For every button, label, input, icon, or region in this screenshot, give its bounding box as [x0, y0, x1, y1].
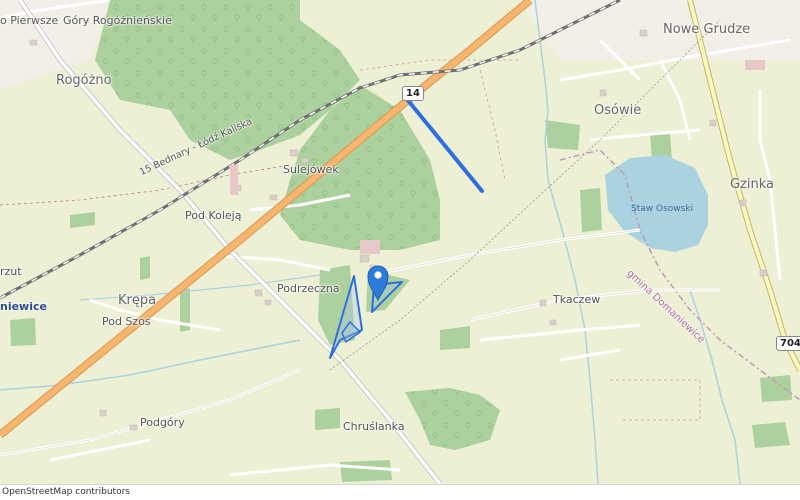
pink-area: [230, 165, 238, 195]
place-label: o Pierwsze: [0, 14, 59, 27]
place-label: Podrzeczna: [277, 282, 340, 295]
place-label: niewice: [0, 300, 47, 313]
place-label: Chruślanka: [343, 420, 405, 433]
forest-area: [340, 460, 392, 482]
pink-area: [360, 240, 380, 254]
place-label: Rogóżno: [56, 73, 112, 88]
place-label: rzut: [0, 265, 22, 278]
forest-area: [760, 375, 792, 402]
place-label: Pod Szos: [102, 315, 151, 328]
place-label: Nowe Grudze: [663, 22, 751, 37]
attribution[interactable]: OpenStreetMap contributors: [2, 487, 130, 497]
lake-label: Staw Osowski: [631, 204, 694, 214]
forest-area: [10, 318, 36, 346]
place-label: Gzinka: [730, 177, 775, 192]
forest-area: [440, 326, 470, 350]
forest-area: [580, 188, 602, 232]
place-label: Krępa: [118, 293, 157, 308]
place-label: Sulejówek: [283, 163, 339, 176]
forest-area: [315, 408, 340, 430]
place-label: Podgóry: [140, 416, 185, 429]
forest-area: [545, 120, 580, 150]
road-shield-14: 14: [402, 86, 424, 101]
map-canvas: [0, 0, 800, 484]
road-shield-704: 704: [776, 336, 800, 351]
place-label: Pod Koleją: [185, 209, 242, 222]
forest-area: [752, 422, 790, 448]
forest-area: [140, 256, 150, 280]
map-viewport[interactable]: o Pierwsze Góry Rogóżnieńskie Rogóżno No…: [0, 0, 800, 485]
place-label: Tkaczew: [553, 293, 601, 306]
place-label: Osówie: [594, 103, 642, 118]
pink-area: [745, 60, 765, 70]
place-label: Góry Rogóżnieńskie: [63, 14, 172, 27]
